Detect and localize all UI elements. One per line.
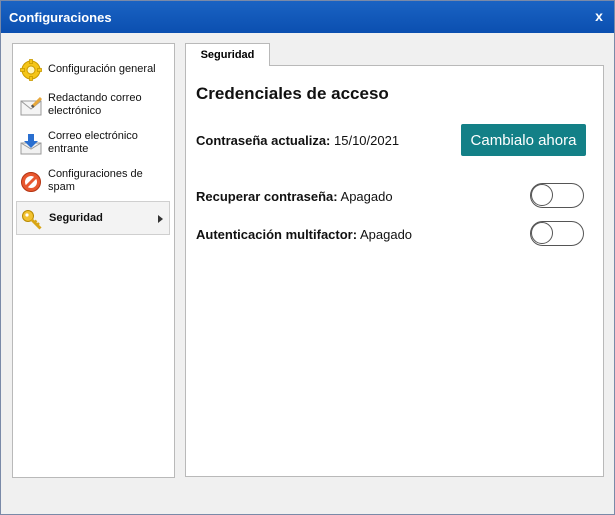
settings-sidebar: Configuración general Redactando correo …	[12, 43, 175, 478]
sidebar-item-spam[interactable]: Configuraciones de spam	[16, 164, 170, 198]
title-bar: Configuraciones x	[1, 1, 614, 33]
sidebar-item-incoming[interactable]: Correo electrónico entrante	[16, 126, 170, 160]
mfa-toggle[interactable]	[530, 221, 584, 246]
key-icon	[22, 210, 42, 230]
password-updated-label: Contraseña actualiza:	[196, 133, 331, 148]
sidebar-item-label: Configuraciones de spam	[48, 168, 143, 193]
sidebar-item-label: Seguridad	[49, 212, 103, 224]
mfa-value: Apagado	[359, 227, 413, 242]
envelope-pencil-icon	[20, 96, 42, 116]
sidebar-item-general[interactable]: Configuración general	[16, 52, 170, 86]
password-updated-row: Contraseña actualiza: 15/10/2021	[196, 133, 399, 148]
gear-icon	[20, 59, 42, 81]
sidebar-item-label: Configuración general	[48, 63, 156, 75]
no-entry-icon	[21, 172, 41, 192]
recover-password-toggle[interactable]	[530, 183, 584, 208]
password-updated-value: 15/10/2021	[334, 133, 400, 148]
recover-password-value: Apagado	[340, 189, 393, 204]
chevron-right-icon	[158, 215, 163, 223]
settings-window: Configuraciones x Configuración general	[0, 0, 615, 515]
change-password-button[interactable]: Cambialo ahora	[461, 124, 586, 156]
sidebar-item-security[interactable]: Seguridad	[16, 201, 170, 235]
sidebar-item-label: Correo electrónico entrante	[48, 130, 138, 155]
recover-password-label: Recuperar contraseña:	[196, 189, 338, 204]
window-title: Configuraciones	[9, 10, 112, 25]
tab-security[interactable]: Seguridad	[185, 43, 270, 66]
sidebar-item-composing[interactable]: Redactando correo electrónico	[16, 88, 170, 122]
inbox-download-icon	[20, 134, 42, 155]
recover-password-row: Recuperar contraseña: Apagado	[196, 189, 393, 204]
mfa-row: Autenticación multifactor: Apagado	[196, 227, 412, 242]
close-button[interactable]: x	[592, 8, 606, 24]
security-panel: Credenciales de acceso Contraseña actual…	[185, 65, 604, 477]
mfa-label: Autenticación multifactor:	[196, 227, 358, 242]
toggle-knob	[531, 184, 553, 206]
toggle-knob	[531, 222, 553, 244]
section-heading: Credenciales de acceso	[196, 84, 389, 103]
sidebar-item-label: Redactando correo electrónico	[48, 92, 142, 117]
